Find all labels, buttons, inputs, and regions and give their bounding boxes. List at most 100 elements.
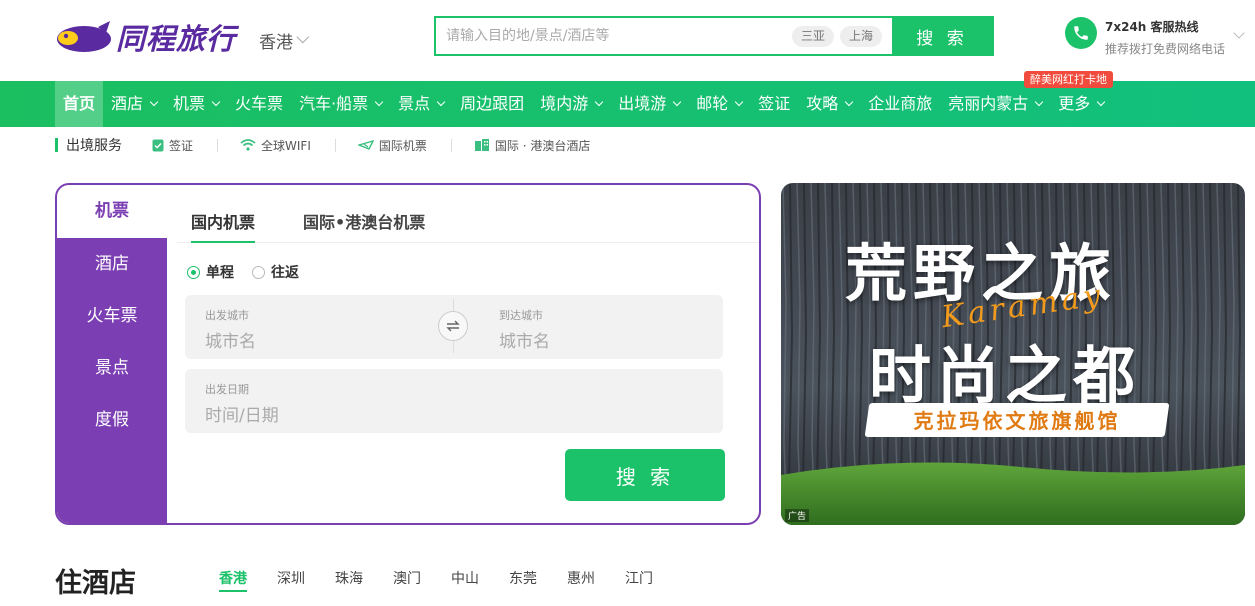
logo-fish-icon [57,21,111,52]
site-header: 同程旅行 香港 三亚 上海 搜 索 7x24h 客服热线 推荐拨打免费网络电话 [0,0,1255,81]
to-city-input: 城市名 [499,332,550,352]
chevron-down-icon [149,97,159,107]
nav-item[interactable]: 出境游 [610,81,688,127]
chevron-down-icon [845,97,854,107]
outbound-services-bar: 出境服务 签证 全球WIFI 国际机票 国际 · 港澳台酒店 [55,128,590,162]
tab-domestic-flights[interactable]: 国内机票 [177,199,269,243]
search-button[interactable]: 搜 索 [892,18,992,54]
departure-date-label: 出发日期 [205,383,249,396]
nav-item-label: 企业商旅 [868,94,933,113]
flight-search-button[interactable]: 搜 索 [565,449,725,501]
nav-item[interactable]: 企业商旅 [860,81,940,127]
nav-item[interactable]: 境内游 [532,81,610,127]
subnav-item-intl-flights[interactable]: 国际机票 [357,137,427,154]
nav-item[interactable]: 签证 [750,81,798,127]
city-fields: 出发城市 城市名 到达城市 城市名 [185,295,723,359]
subnav-item-label: 签证 [169,138,194,153]
chevron-down-icon [211,97,221,107]
nav-item-label: 邮轮 [696,94,729,113]
departure-date-input: 时间/日期 [205,406,279,426]
chevron-down-icon [436,97,446,107]
section-marker [55,138,58,152]
hotline-title: 7x24h 客服热线 [1105,20,1199,34]
hotels-section-title: 住酒店 [55,568,136,599]
nav-item[interactable]: 景点 [390,81,452,127]
city-selector[interactable]: 香港 [259,28,310,53]
sidebar-item-vacations[interactable]: 度假 [57,394,167,446]
nav-item-label: 景点 [398,94,431,113]
sidebar-item-trains[interactable]: 火车票 [57,290,167,342]
nav-item-label: 周边跟团 [460,94,525,113]
customer-hotline[interactable]: 7x24h 客服热线 推荐拨打免费网络电话 [1065,17,1245,57]
subnav-item-label: 全球WIFI [261,138,311,153]
subnav-item-label: 国际 · 港澳台酒店 [494,138,591,153]
departure-date-field[interactable]: 出发日期 时间/日期 [185,369,723,433]
divider [217,138,219,152]
tab-city[interactable]: 香港 [219,568,247,592]
nav-item-label: 出境游 [618,94,667,113]
promo-badge[interactable]: 醉美网红打卡地 [1024,71,1113,88]
banner-ribbon-text: 克拉玛依文旅旗舰馆 [913,409,1121,433]
hot-search-chip[interactable]: 上海 [839,25,882,47]
nav-list: 首页 酒店 机票 火车票 汽车·船票 景点 周边跟团 境内游 出境游 邮轮 签证 攻略 企业商旅 亮丽内蒙… [55,81,1112,127]
hot-search-chip[interactable]: 三亚 [791,25,834,47]
to-city-label: 到达城市 [499,309,543,322]
nav-item[interactable]: 火车票 [227,81,291,127]
from-city-label: 出发城市 [205,309,249,322]
tab-city[interactable]: 东莞 [509,568,537,588]
subnav-item-label: 国际机票 [378,138,427,153]
logo-text: 同程旅行 [116,22,237,56]
search-bar: 三亚 上海 搜 索 [434,16,994,56]
divider [450,138,452,152]
site-logo[interactable]: 同程旅行 [54,16,236,58]
subnav-item-wifi[interactable]: 全球WIFI [240,137,311,154]
nav-item-label: 首页 [63,94,96,113]
radio-unchecked-icon [252,265,265,279]
nav-item-label: 亮丽内蒙古 [948,94,1029,113]
nav-item[interactable]: 攻略 [798,81,860,127]
sidebar-item-attractions[interactable]: 景点 [57,342,167,394]
sidebar-item-flights[interactable]: 机票 [57,185,167,238]
from-city-field[interactable]: 出发城市 城市名 [185,295,453,359]
tab-city[interactable]: 深圳 [277,568,305,588]
nav-item-label: 签证 [758,94,791,113]
city-label: 香港 [259,33,293,53]
to-city-field[interactable]: 到达城市 城市名 [479,295,723,359]
building-icon [474,139,489,151]
nav-item[interactable]: 首页 [55,81,104,127]
tab-city[interactable]: 珠海 [335,568,363,588]
from-city-input: 城市名 [205,332,256,352]
nav-item-label: 汽车·船票 [299,94,369,113]
subnav-item-intl-hotels[interactable]: 国际 · 港澳台酒店 [474,137,590,154]
swap-cities-button[interactable] [438,311,468,341]
hotline-subtitle: 推荐拨打免费网络电话 [1105,42,1226,56]
nav-item-label: 火车票 [235,94,284,113]
nav-item[interactable]: 周边跟团 [452,81,532,127]
tab-city[interactable]: 惠州 [567,568,595,588]
plane-icon [357,139,374,150]
wifi-icon [240,139,256,151]
sidebar-item-hotels[interactable]: 酒店 [57,238,167,290]
banner-headline-2: 时尚之都 [869,339,1142,412]
nav-item[interactable]: 汽车·船票 [291,81,390,127]
tab-international-flights[interactable]: 国际•港澳台机票 [289,199,439,242]
nav-item[interactable]: 机票 [165,81,227,127]
tab-city[interactable]: 澳门 [393,568,421,588]
phone-icon [1065,17,1097,49]
nav-item-label: 酒店 [111,94,144,113]
ad-label: 广告 [785,509,810,522]
chevron-down-icon [672,97,682,107]
search-input[interactable] [436,18,792,54]
round-trip-radio[interactable]: 往返 [252,262,299,282]
subnav-item-visa[interactable]: 签证 [152,137,193,154]
tab-city[interactable]: 江门 [625,568,653,588]
ad-banner[interactable]: 荒野之旅 Karamay 时尚之都 克拉玛依文旅旗舰馆 广告 [781,183,1245,525]
chevron-down-icon [594,97,604,107]
nav-item[interactable]: 酒店 [103,81,165,127]
nav-item[interactable]: 邮轮 [688,81,750,127]
tab-city[interactable]: 中山 [451,568,479,588]
radio-label: 单程 [206,265,234,281]
radio-label: 往返 [271,265,299,281]
one-way-radio[interactable]: 单程 [187,262,234,282]
nav-item-label: 机票 [173,94,206,113]
